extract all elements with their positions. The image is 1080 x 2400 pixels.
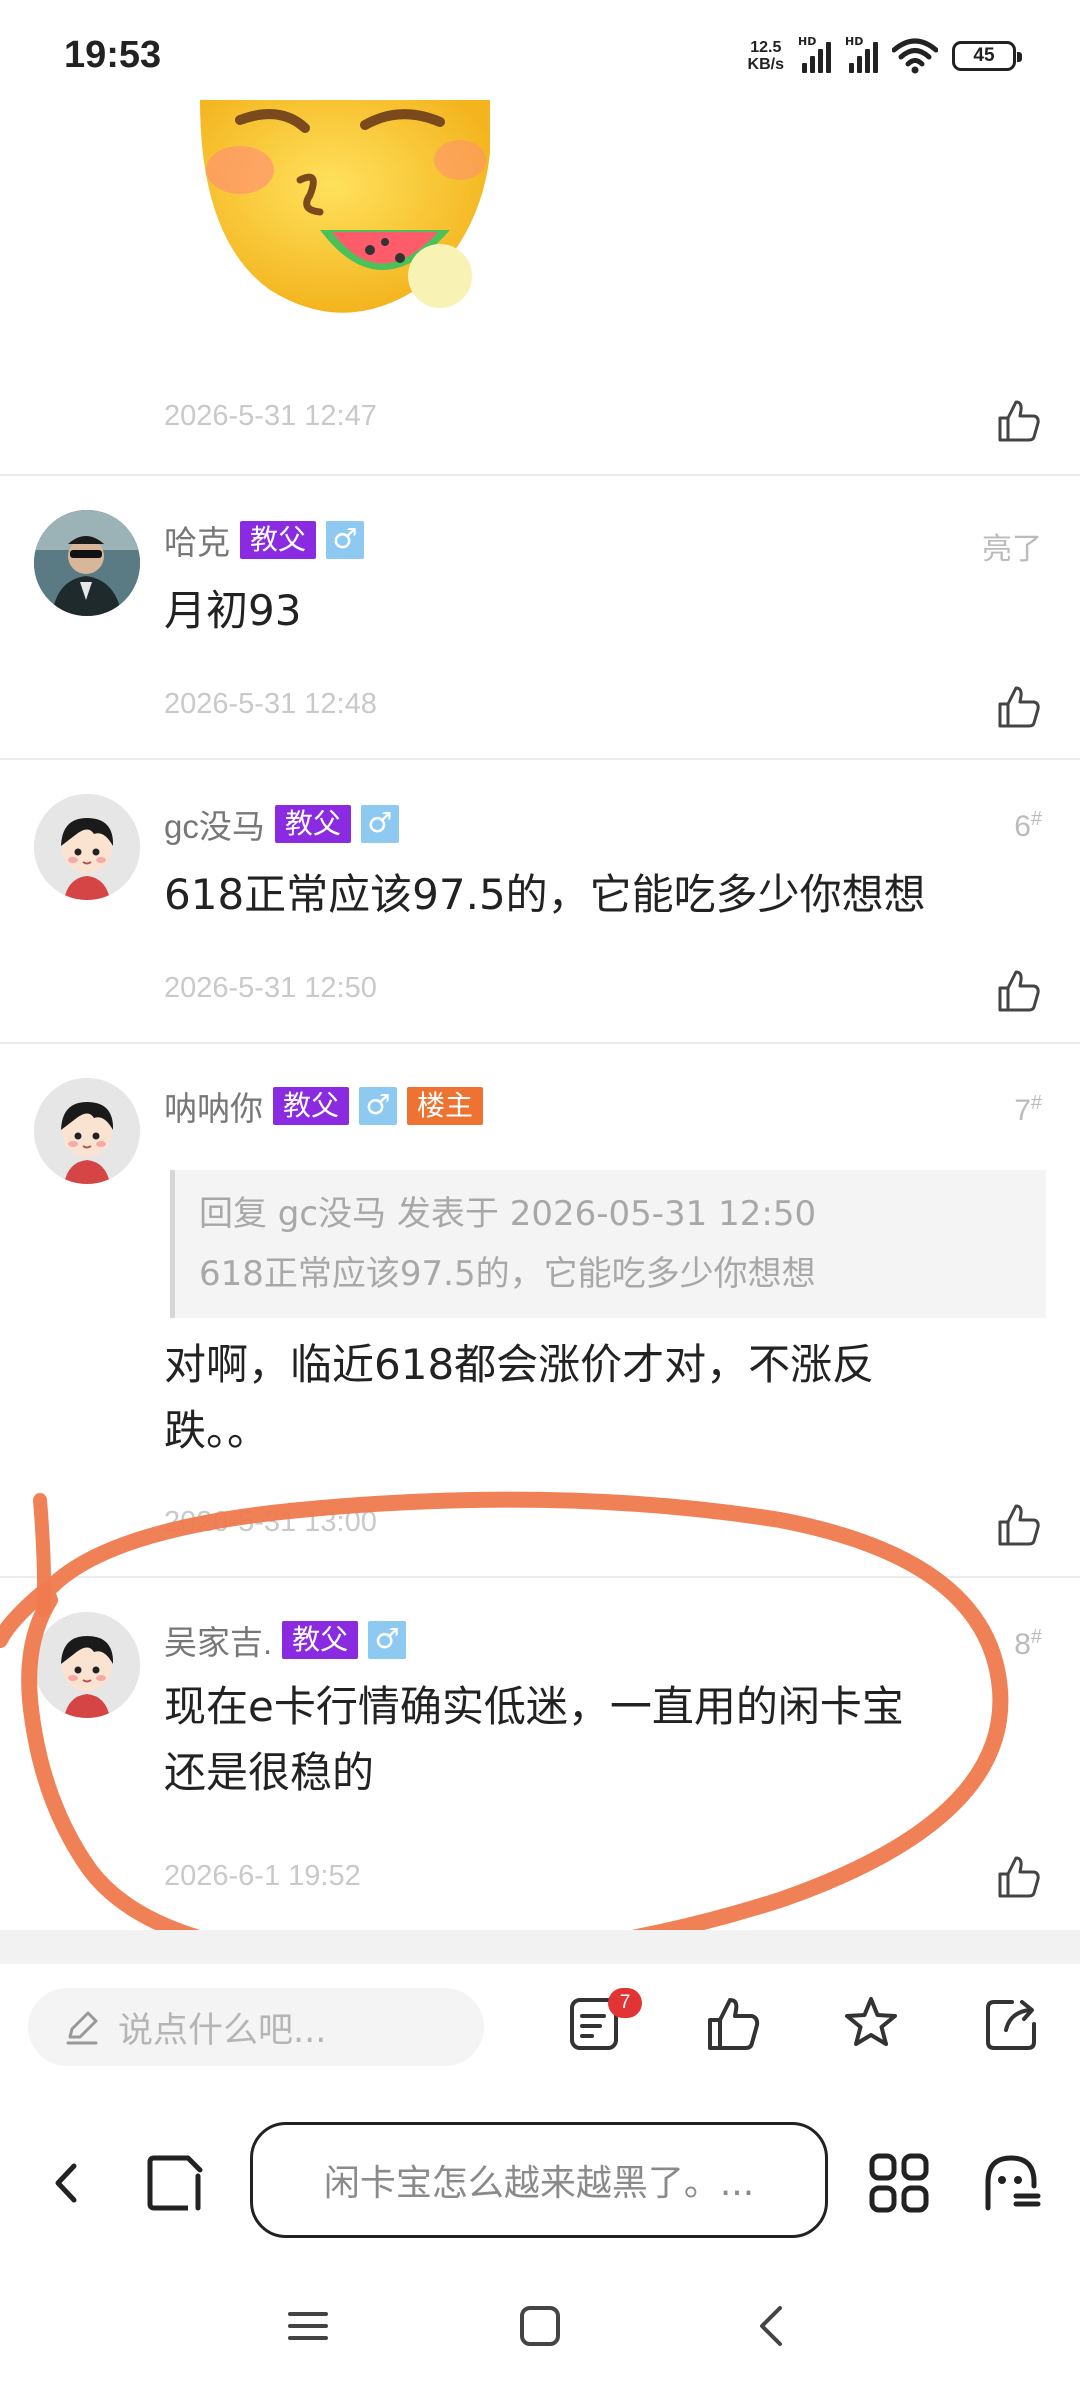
section-separator [0, 1930, 1080, 1964]
like-icon[interactable] [996, 968, 1042, 1014]
battery-icon: 45 [952, 41, 1022, 71]
like-icon[interactable] [996, 1854, 1042, 1900]
share-icon[interactable] [982, 1994, 1040, 2052]
reply-post: 吴家吉. 教父 ♂ 8# 现在e卡行情确实低迷，一直用的闲卡宝 还是很稳的 20… [0, 1578, 1080, 1930]
network-speed: 12.5 KB/s [747, 39, 784, 73]
reply-post: 呐呐你 教父 ♂ 楼主 7# 回复 gc没马 发表于 2026-05-31 12… [0, 1044, 1080, 1576]
apps-grid-icon[interactable] [868, 2152, 930, 2214]
reply-post: 哈克 教父 ♂ 亮了 月初93 2026-5-31 12:48 [0, 476, 1080, 758]
thread-owner-badge: 楼主 [407, 1087, 484, 1125]
username[interactable]: 呐呐你 [164, 1082, 263, 1130]
like-icon[interactable] [996, 1502, 1042, 1548]
rank-badge: 教父 [240, 521, 317, 559]
post-content: 月初93 [164, 586, 302, 635]
rank-badge: 教父 [282, 1621, 359, 1659]
avatar[interactable] [34, 1078, 140, 1184]
quoted-reply[interactable]: 回复 gc没马 发表于 2026-05-31 12:50 618正常应该97.5… [170, 1170, 1046, 1318]
post-date: 2026-5-31 12:48 [164, 688, 377, 720]
cell-signal-icon: HD [798, 35, 831, 73]
like-icon[interactable] [996, 684, 1042, 730]
avatar[interactable] [34, 1612, 140, 1718]
edit-icon [66, 2011, 98, 2045]
floor-number: 6# [1014, 808, 1042, 843]
post-date: 2026-5-31 13:00 [164, 1506, 377, 1538]
menu-icon[interactable] [284, 2302, 332, 2350]
username[interactable]: 哈克 [164, 516, 230, 564]
post-content: 现在e卡行情确实低迷，一直用的闲卡宝 还是很稳的 [164, 1682, 904, 1797]
status-bar: 19:53 12.5 KB/s HD HD 45 [0, 0, 1080, 110]
post-content: 对啊，临近618都会涨价才对，不涨反 跌。。 [164, 1340, 875, 1455]
post-content: 618正常应该97.5的，它能吃多少你想想 [164, 870, 926, 919]
reply-post: gc没马 教父 ♂ 6# 618正常应该97.5的，它能吃多少你想想 2026-… [0, 760, 1080, 1042]
quote-header: 回复 gc没马 发表于 2026-05-31 12:50 [199, 1194, 817, 1234]
user-info: 呐呐你 教父 ♂ 楼主 [164, 1086, 484, 1127]
floor-number: 7# [1014, 1092, 1042, 1127]
system-back-icon[interactable] [748, 2302, 796, 2350]
user-info: 哈克 教父 ♂ [164, 520, 365, 561]
status-icons: 12.5 KB/s HD HD 45 [747, 34, 1022, 78]
post-date: 2026-5-31 12:47 [164, 400, 377, 432]
clock: 19:53 [64, 34, 162, 76]
floor-number: 8# [1014, 1626, 1042, 1661]
eating-watermelon-emoji [200, 100, 490, 313]
comment-count-badge: 7 [608, 1988, 642, 2018]
home-icon[interactable] [516, 2302, 564, 2350]
assistant-icon[interactable] [980, 2152, 1042, 2214]
tabs-icon[interactable] [144, 2152, 206, 2214]
gender-badge: ♂ [368, 1621, 407, 1659]
quote-body: 618正常应该97.5的，它能吃多少你想想 [199, 1254, 816, 1294]
system-navigation [0, 2260, 1080, 2400]
like-icon[interactable] [996, 398, 1042, 444]
gender-badge: ♂ [359, 1087, 398, 1125]
rank-badge: 教父 [274, 805, 351, 843]
gender-badge: ♂ [360, 805, 399, 843]
comment-placeholder: 说点什么吧... [118, 2010, 327, 2051]
browser-toolbar: 闲卡宝怎么越来越黑了。... [0, 2100, 1080, 2240]
comment-input[interactable]: 说点什么吧... [28, 1988, 484, 2066]
gender-badge: ♂ [326, 521, 365, 559]
user-info: gc没马 教父 ♂ [164, 804, 399, 845]
address-text: 闲卡宝怎么越来越黑了。... [323, 2163, 755, 2204]
post-action-bar: 说点什么吧... 7 [0, 1964, 1080, 2074]
previous-post: 2026-5-31 12:47 [0, 100, 1080, 475]
wifi-icon [892, 38, 938, 74]
cell-signal-2-icon: HD [845, 35, 878, 73]
rank-badge: 教父 [273, 1087, 350, 1125]
back-icon[interactable] [36, 2152, 98, 2214]
user-info: 吴家吉. 教父 ♂ [164, 1620, 407, 1661]
avatar[interactable] [34, 510, 140, 616]
avatar[interactable] [34, 794, 140, 900]
post-date: 2026-6-1 19:52 [164, 1860, 361, 1892]
like-icon[interactable] [704, 1994, 762, 2052]
address-bar[interactable]: 闲卡宝怎么越来越黑了。... [250, 2122, 828, 2238]
favorite-icon[interactable] [842, 1994, 900, 2052]
floor-label: 亮了 [982, 533, 1042, 566]
post-date: 2026-5-31 12:50 [164, 972, 377, 1004]
username[interactable]: 吴家吉. [164, 1616, 272, 1664]
username[interactable]: gc没马 [164, 800, 265, 848]
